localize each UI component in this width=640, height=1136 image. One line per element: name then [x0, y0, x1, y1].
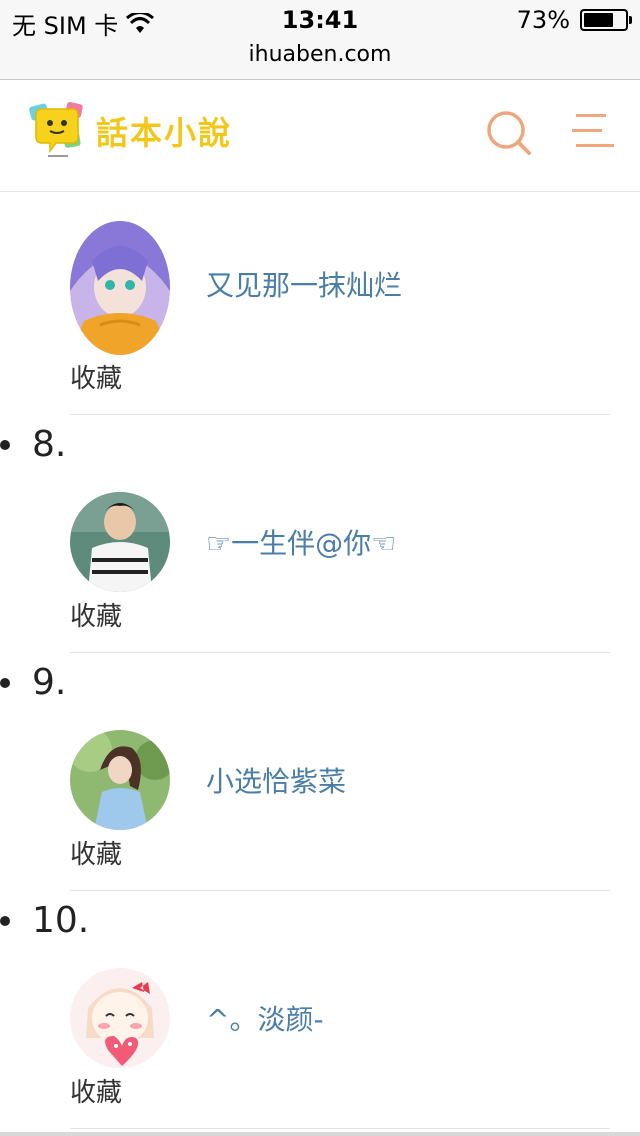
logo-speech-bubble-icon — [29, 102, 83, 157]
status-right: 73% — [516, 6, 632, 34]
username-link[interactable]: ^。淡颜- — [206, 998, 324, 1038]
avatar[interactable] — [70, 492, 170, 592]
avatar-cartoon-girl-image — [70, 968, 170, 1068]
favorite-button[interactable]: 收藏 — [70, 596, 122, 633]
avatar-anime-girl-image — [70, 221, 170, 355]
username-link[interactable]: 又见那一抹灿烂 — [206, 264, 402, 304]
username-link[interactable]: 小选恰紫菜 — [206, 760, 346, 800]
divider — [70, 652, 610, 653]
avatar[interactable] — [70, 221, 170, 355]
search-icon[interactable] — [484, 108, 532, 156]
avatar[interactable] — [70, 968, 170, 1068]
rank-number: 10. — [0, 900, 89, 941]
avatar[interactable] — [70, 730, 170, 830]
favorite-button[interactable]: 收藏 — [70, 834, 122, 871]
battery-percent: 73% — [516, 6, 570, 34]
bullet-icon — [0, 915, 10, 926]
rank-number: 8. — [0, 424, 66, 465]
divider — [70, 414, 610, 415]
logo-text: 話本小說 — [96, 114, 233, 152]
rank-label: 10. — [32, 900, 90, 941]
battery-fill — [584, 13, 614, 27]
rank-number: 9. — [0, 662, 66, 703]
site-header: 話本小說 — [0, 81, 640, 192]
bottom-edge — [0, 1132, 640, 1136]
avatar-girl-photo-image — [70, 730, 170, 830]
username-link[interactable]: ☞一生伴@你☜ — [206, 522, 396, 562]
favorite-button[interactable]: 收藏 — [70, 358, 122, 395]
rank-label: 9. — [32, 662, 67, 703]
favorite-button[interactable]: 收藏 — [70, 1072, 122, 1109]
site-logo[interactable]: 話本小說 — [26, 99, 232, 163]
url-domain: ihuaben.com — [248, 42, 392, 67]
battery-icon — [580, 9, 632, 31]
status-bar: 无 SIM 卡 13:41 73% — [0, 0, 640, 40]
menu-icon[interactable] — [572, 112, 614, 150]
url-bar[interactable]: ihuaben.com — [0, 40, 640, 80]
divider — [70, 890, 610, 891]
rank-label: 8. — [32, 424, 67, 465]
divider — [70, 1128, 610, 1129]
bullet-icon — [0, 677, 10, 688]
bullet-icon — [0, 439, 10, 450]
avatar-boy-photo-image — [70, 492, 170, 592]
